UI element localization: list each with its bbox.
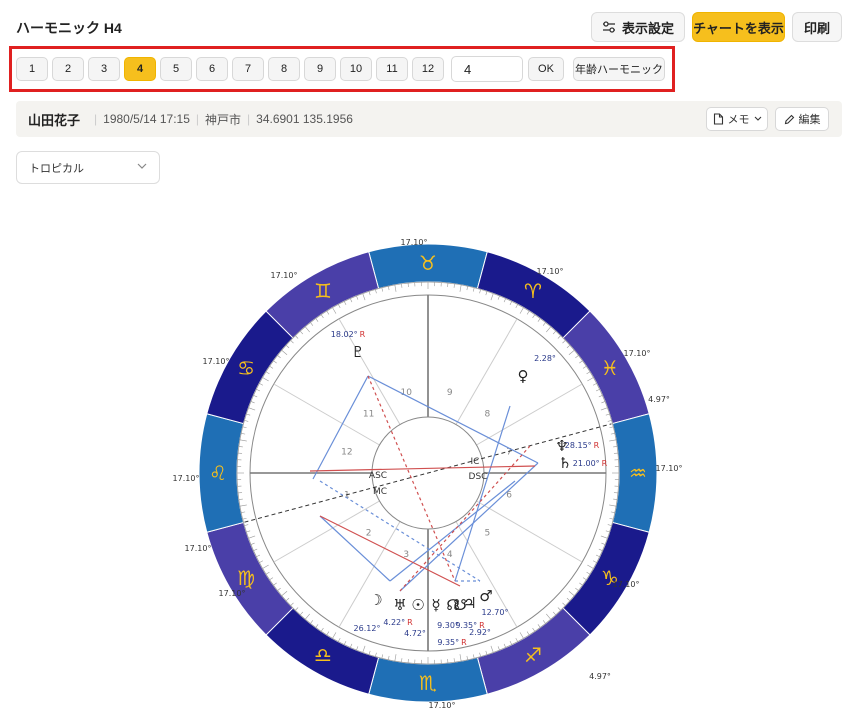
zodiac-sign-glyph: ♊ [314, 279, 332, 303]
harmonic-button-5[interactable]: 5 [160, 57, 192, 81]
planet-degree-label: 28.15° R [565, 441, 600, 450]
house-number: 10 [401, 388, 413, 398]
cusp-degree-label: 17.10° [537, 267, 564, 276]
divider: | [247, 112, 251, 126]
planet-glyph: ☽ [369, 591, 382, 609]
axis-label: DSC [469, 472, 488, 482]
zodiac-sign-glyph: ♐ [524, 643, 542, 667]
harmonic-number-input[interactable]: 4 [451, 56, 523, 82]
planet-degree-label: 2.28° [534, 354, 556, 363]
zodiac-sign-glyph: ♈ [524, 279, 542, 303]
planet-degree-label: 21.00° R [573, 459, 608, 468]
harmonic-button-4[interactable]: 4 [124, 57, 156, 81]
harmonic-button-8[interactable]: 8 [268, 57, 300, 81]
cusp-degree-label: 4.97° [648, 395, 670, 404]
divider: | [94, 112, 98, 126]
planet-glyph: ☿ [431, 596, 440, 614]
planet-degree-label: 9.35° R [437, 638, 467, 647]
cusp-degree-label: 17.10° [271, 271, 298, 280]
memo-label: メモ [727, 114, 750, 126]
planet-glyph: ♂ [479, 587, 492, 605]
harmonic-button-11[interactable]: 11 [376, 57, 408, 81]
chevron-down-icon [754, 116, 761, 121]
chevron-down-icon [137, 163, 147, 169]
planet-degree-label: 12.70° [482, 608, 509, 617]
zodiac-type-select[interactable]: トロピカル [16, 151, 160, 184]
house-number: 12 [341, 447, 352, 457]
cusp-degree-label: 17.10° [219, 589, 246, 598]
planet-glyph: ♄ [558, 454, 571, 472]
edit-label: 編集 [798, 114, 821, 126]
zodiac-sign-glyph: ♏ [419, 671, 437, 695]
house-number: 8 [485, 410, 491, 420]
harmonic-button-1[interactable]: 1 [16, 57, 48, 81]
axis-label: MC [373, 487, 387, 497]
show-chart-button[interactable]: チャートを表示 [692, 12, 785, 42]
sliders-icon [602, 21, 615, 33]
cusp-degree-label: 17.10° [656, 464, 683, 473]
planet-degree-label: 2.92° [469, 628, 491, 637]
zodiac-sign-glyph: ♒ [629, 461, 647, 485]
planet-glyph: ♀ [518, 367, 529, 385]
document-icon [713, 113, 723, 125]
harmonic-button-9[interactable]: 9 [304, 57, 336, 81]
age-harmonic-button[interactable]: 年齢ハーモニック [573, 57, 665, 81]
ok-button[interactable]: OK [528, 57, 564, 81]
harmonic-button-10[interactable]: 10 [340, 57, 372, 81]
print-button[interactable]: 印刷 [792, 12, 842, 42]
harmonic-button-3[interactable]: 3 [88, 57, 120, 81]
pencil-icon [784, 114, 794, 124]
cusp-degree-label: 17.10° [624, 349, 651, 358]
zodiac-sign-glyph: ♉ [419, 251, 437, 275]
house-number: 9 [447, 388, 453, 398]
harmonic-chart-wheel: ♉♈♓♒♑♐♏♎♍♌♋♊123 456789101112ASCMCICDSC17.… [173, 238, 683, 710]
house-number: 2 [366, 528, 372, 538]
display-settings-label: 表示設定 [621, 20, 674, 36]
planet-glyph: ♅ [393, 596, 406, 614]
axis-label: ASC [369, 471, 387, 481]
zodiac-sign-glyph: ♋ [237, 356, 255, 380]
cusp-degree-label: 4.97° [589, 672, 611, 681]
birth-datetime: 1980/5/14 17:15 [103, 112, 190, 126]
cusp-degree-label: 17.10° [185, 544, 212, 553]
harmonic-button-6[interactable]: 6 [196, 57, 228, 81]
zodiac-type-value: トロピカル [29, 162, 84, 175]
edit-button[interactable]: 編集 [775, 107, 829, 131]
planet-degree-label: 4.22° R [383, 618, 413, 627]
person-name: 山田花子 [28, 112, 81, 128]
axis-label: IC [471, 457, 480, 467]
harmonic-button-2[interactable]: 2 [52, 57, 84, 81]
divider: | [195, 112, 200, 126]
show-chart-label: チャートを表示 [693, 20, 784, 36]
cusp-degree-label: 17.10° [203, 357, 230, 366]
print-label: 印刷 [803, 20, 830, 36]
cusp-degree-label: 17.10° [429, 701, 456, 710]
birth-place: 神戸市 [205, 112, 242, 127]
harmonic-button-7[interactable]: 7 [232, 57, 264, 81]
cusp-degree-label: 17.10° [401, 238, 428, 247]
planet-glyph: ♃ [463, 594, 476, 612]
zodiac-sign-glyph: ♓ [601, 356, 619, 380]
page-title: ハーモニック H4 [16, 20, 122, 36]
zodiac-sign-glyph: ♌ [209, 461, 227, 485]
cusp-degree-label: 17.10° [173, 474, 200, 483]
display-settings-button[interactable]: 表示設定 [591, 12, 685, 42]
house-number: 11 [363, 410, 374, 420]
memo-button[interactable]: メモ [706, 107, 768, 131]
birth-coords: 34.6901 135.1956 [256, 112, 353, 126]
planet-glyph: ♇ [351, 343, 364, 361]
planet-glyph: ☉ [411, 596, 424, 614]
house-number: 1 [344, 491, 350, 501]
house-number: 5 [485, 528, 491, 538]
harmonic-button-12[interactable]: 12 [412, 57, 444, 81]
planet-degree-label: 26.12° [354, 624, 381, 633]
cusp-degree-label: 17.10° [613, 580, 640, 589]
house-number: 4 [447, 550, 453, 560]
zodiac-sign-glyph: ♍ [237, 566, 255, 590]
planet-degree-label: 4.72° [404, 629, 426, 638]
planet-degree-label: 18.02° R [331, 330, 366, 339]
zodiac-sign-glyph: ♎ [314, 643, 332, 667]
